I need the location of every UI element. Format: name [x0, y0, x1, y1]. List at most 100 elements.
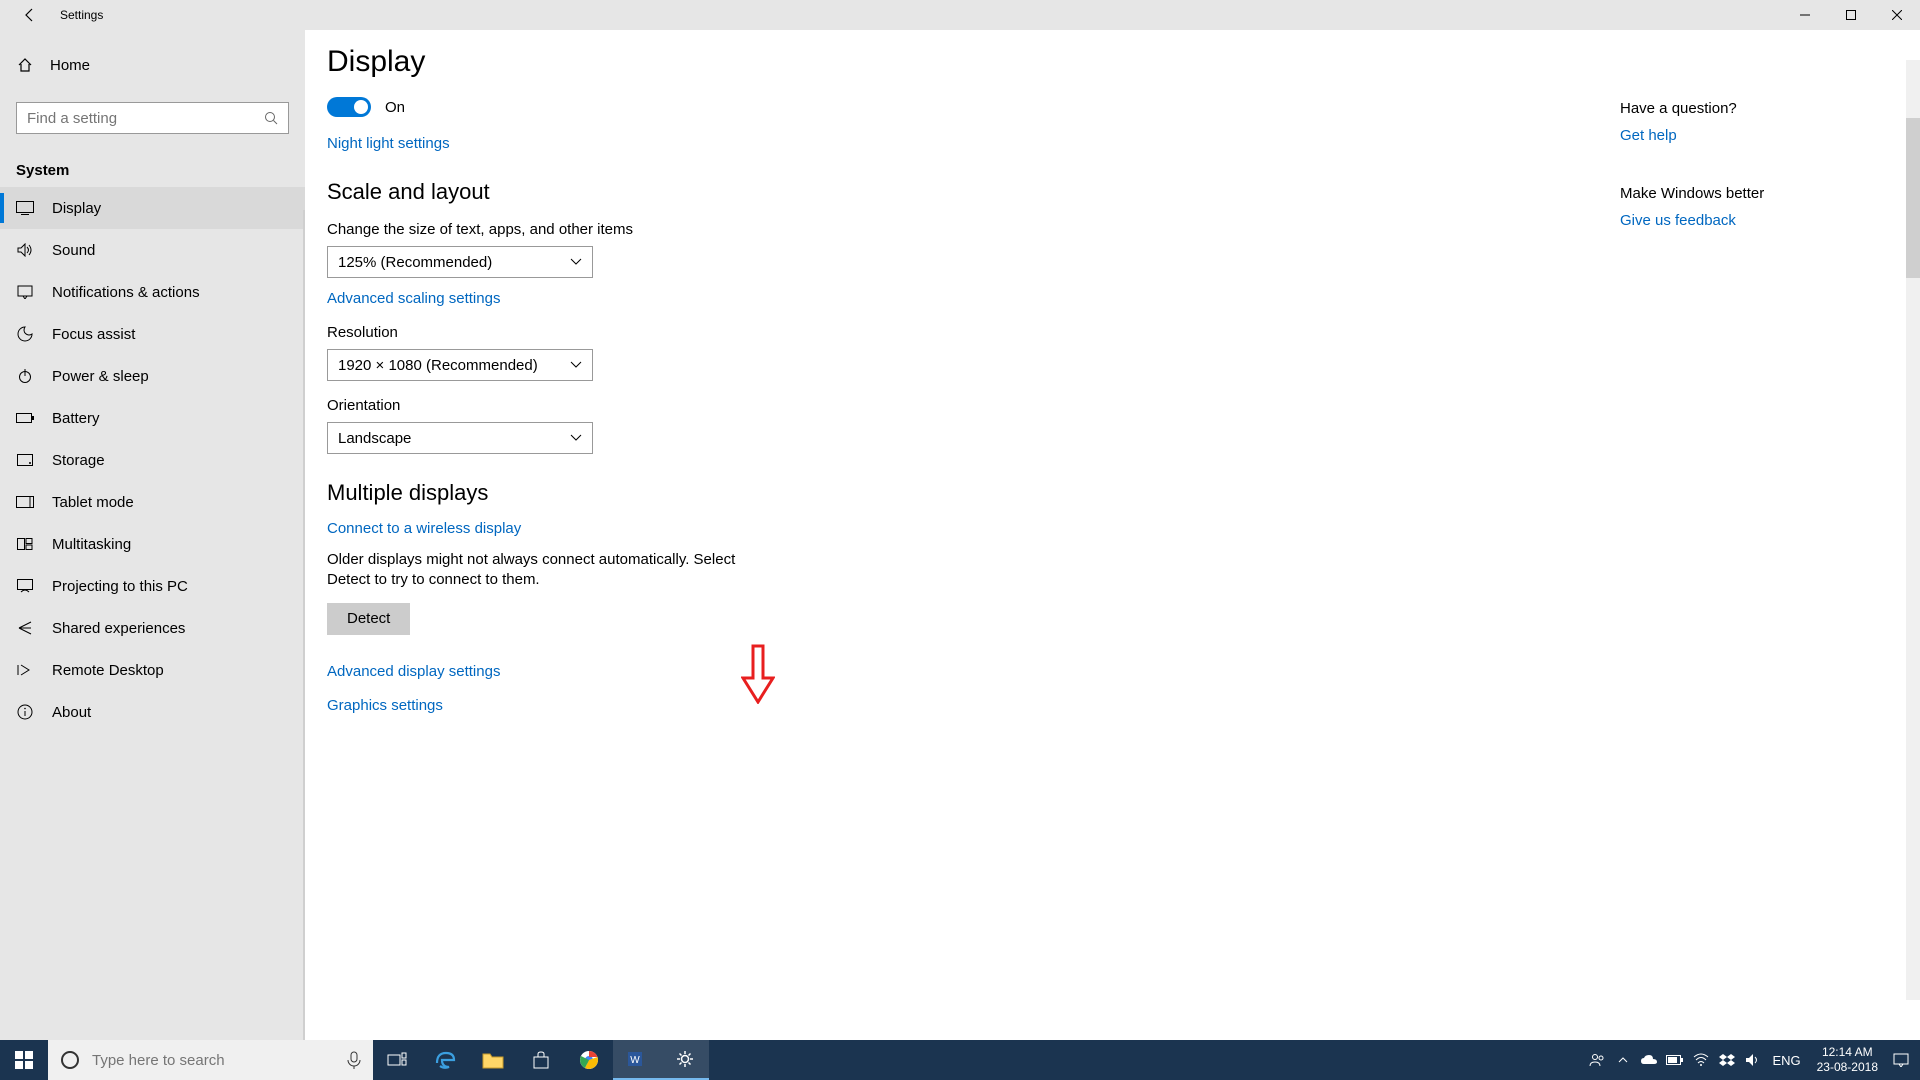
tray-chevron-up-icon[interactable] [1610, 1040, 1636, 1080]
right-rail: Have a question? Get help Make Windows b… [1620, 100, 1840, 230]
mic-icon [347, 1051, 361, 1069]
sidebar-item-label: Notifications & actions [52, 284, 200, 301]
svg-text:W: W [630, 1055, 640, 1066]
advanced-scaling-link[interactable]: Advanced scaling settings [327, 290, 500, 307]
sidebar-item-about[interactable]: About [0, 691, 305, 733]
focus-assist-icon [16, 325, 34, 343]
orientation-dropdown[interactable]: Landscape [327, 422, 593, 454]
edge-icon [434, 1049, 456, 1071]
chevron-down-icon [570, 361, 582, 369]
sidebar-item-label: Sound [52, 242, 95, 259]
sidebar-item-notifications[interactable]: Notifications & actions [0, 271, 305, 313]
close-button[interactable] [1874, 0, 1920, 30]
sidebar-item-shared-experiences[interactable]: Shared experiences [0, 607, 305, 649]
gear-icon [675, 1049, 695, 1069]
sidebar-item-storage[interactable]: Storage [0, 439, 305, 481]
sidebar-item-label: Battery [52, 410, 100, 427]
right-rail-improve: Make Windows better [1620, 185, 1840, 202]
sidebar-item-label: Remote Desktop [52, 662, 164, 679]
sidebar-item-multitasking[interactable]: Multitasking [0, 523, 305, 565]
sidebar-item-projecting[interactable]: Projecting to this PC [0, 565, 305, 607]
get-help-link[interactable]: Get help [1620, 127, 1677, 144]
storage-icon [16, 451, 34, 469]
feedback-link[interactable]: Give us feedback [1620, 212, 1736, 229]
battery-icon [16, 409, 34, 427]
folder-icon [482, 1051, 504, 1069]
sidebar-item-label: Focus assist [52, 326, 135, 343]
tray-battery-icon[interactable] [1662, 1040, 1688, 1080]
resolution-label: Resolution [327, 324, 1880, 341]
back-button[interactable] [0, 0, 60, 30]
tray-people-icon[interactable] [1584, 1040, 1610, 1080]
wireless-display-link[interactable]: Connect to a wireless display [327, 520, 521, 537]
taskbar-app-store[interactable] [517, 1040, 565, 1080]
taskbar-app-word[interactable]: W [613, 1040, 661, 1080]
tray-clock[interactable]: 12:14 AM 23-08-2018 [1807, 1045, 1888, 1075]
projecting-icon [16, 577, 34, 595]
taskbar-app-chrome[interactable] [565, 1040, 613, 1080]
title-bar: Settings [0, 0, 1920, 30]
sidebar-item-label: Multitasking [52, 536, 131, 553]
scrollbar-thumb[interactable] [1906, 118, 1920, 278]
search-icon [264, 111, 278, 125]
tray-wifi-icon[interactable] [1688, 1040, 1714, 1080]
sidebar-item-label: Shared experiences [52, 620, 185, 637]
sound-icon [16, 241, 34, 259]
home-icon [16, 56, 34, 74]
night-light-toggle[interactable] [327, 97, 371, 117]
night-light-toggle-label: On [385, 99, 405, 116]
sidebar-item-label: Power & sleep [52, 368, 149, 385]
maximize-button[interactable] [1828, 0, 1874, 30]
content-area: Display On Night light settings Scale an… [305, 30, 1920, 1040]
tray-onedrive-icon[interactable] [1636, 1040, 1662, 1080]
search-box[interactable] [16, 102, 289, 134]
advanced-display-link[interactable]: Advanced display settings [327, 663, 500, 680]
resolution-dropdown[interactable]: 1920 × 1080 (Recommended) [327, 349, 593, 381]
tray-language[interactable]: ENG [1766, 1053, 1806, 1068]
start-button[interactable] [0, 1040, 48, 1080]
close-icon [1892, 10, 1902, 20]
sidebar-item-power-sleep[interactable]: Power & sleep [0, 355, 305, 397]
detect-hint-text: Older displays might not always connect … [327, 550, 747, 591]
detect-button[interactable]: Detect [327, 603, 410, 635]
taskbar-app-edge[interactable] [421, 1040, 469, 1080]
sidebar-home-label: Home [50, 57, 90, 74]
taskbar-app-explorer[interactable] [469, 1040, 517, 1080]
chevron-down-icon [570, 258, 582, 266]
page-title: Display [327, 45, 1880, 79]
sidebar: Home System Display Sound Notifications … [0, 30, 305, 1040]
tray-volume-icon[interactable] [1740, 1040, 1766, 1080]
minimize-icon [1800, 10, 1810, 20]
notifications-icon [16, 283, 34, 301]
cortana-search[interactable] [48, 1040, 373, 1080]
sidebar-item-focus-assist[interactable]: Focus assist [0, 313, 305, 355]
sidebar-item-display[interactable]: Display [0, 187, 305, 229]
system-tray: ENG 12:14 AM 23-08-2018 [1584, 1040, 1920, 1080]
sidebar-item-tablet-mode[interactable]: Tablet mode [0, 481, 305, 523]
night-light-settings-link[interactable]: Night light settings [327, 135, 450, 152]
search-input[interactable] [27, 110, 264, 127]
scale-dropdown-value: 125% (Recommended) [338, 254, 492, 271]
sidebar-home[interactable]: Home [0, 48, 305, 82]
right-rail-question: Have a question? [1620, 100, 1840, 117]
minimize-button[interactable] [1782, 0, 1828, 30]
scale-dropdown[interactable]: 125% (Recommended) [327, 246, 593, 278]
sidebar-item-label: Projecting to this PC [52, 578, 188, 595]
taskbar-app-settings[interactable] [661, 1040, 709, 1080]
word-icon: W [627, 1049, 647, 1069]
sidebar-group-header: System [0, 154, 305, 187]
tray-dropbox-icon[interactable] [1714, 1040, 1740, 1080]
main-layout: Home System Display Sound Notifications … [0, 30, 1920, 1040]
resolution-dropdown-value: 1920 × 1080 (Recommended) [338, 357, 538, 374]
cortana-input[interactable] [92, 1052, 335, 1069]
power-icon [16, 367, 34, 385]
tray-date: 23-08-2018 [1817, 1060, 1878, 1075]
sidebar-item-sound[interactable]: Sound [0, 229, 305, 271]
sidebar-item-label: Storage [52, 452, 105, 469]
graphics-settings-link[interactable]: Graphics settings [327, 697, 443, 714]
task-view-button[interactable] [373, 1040, 421, 1080]
sidebar-item-remote-desktop[interactable]: Remote Desktop [0, 649, 305, 691]
windows-logo-icon [15, 1051, 33, 1069]
sidebar-item-battery[interactable]: Battery [0, 397, 305, 439]
tray-action-center-icon[interactable] [1888, 1040, 1914, 1080]
